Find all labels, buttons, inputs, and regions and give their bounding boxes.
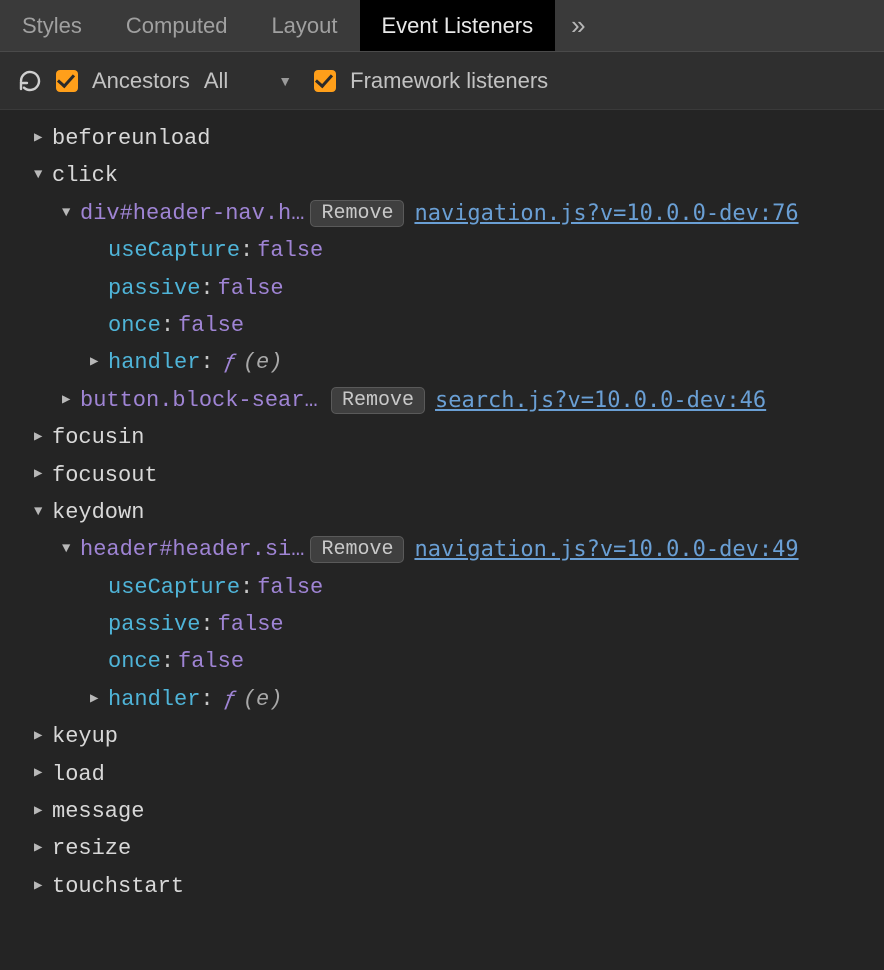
listener-prop-value: false (257, 232, 323, 269)
listener-prop-key: useCapture (108, 569, 240, 606)
event-type: message (52, 793, 144, 830)
event-listeners-tree: beforeunloadclickdiv#header-nav.h…Remove… (0, 110, 884, 915)
function-args: (e) (243, 681, 283, 718)
event-type: focusin (52, 419, 144, 456)
listener-prop-key: passive (108, 270, 200, 307)
caret-closed-icon[interactable] (34, 426, 52, 450)
listener-prop-key: handler (108, 344, 200, 381)
caret-open-icon[interactable] (34, 164, 52, 188)
remove-button[interactable]: Remove (331, 387, 425, 414)
function-icon: ƒ (224, 681, 237, 718)
event-listeners-toolbar: Ancestors All ▼ Framework listeners (0, 52, 884, 110)
function-args: (e) (243, 344, 283, 381)
listener-prop-value: false (218, 270, 284, 307)
framework-listeners-checkbox[interactable] (314, 70, 336, 92)
listener-prop-value: false (257, 569, 323, 606)
caret-closed-icon[interactable] (90, 688, 108, 712)
event-filter-value: All (204, 68, 228, 94)
caret-closed-icon[interactable] (34, 463, 52, 487)
listener-prop-key: once (108, 307, 161, 344)
ancestors-label: Ancestors (92, 68, 190, 94)
caret-closed-icon[interactable] (34, 875, 52, 899)
ancestors-checkbox[interactable] (56, 70, 78, 92)
caret-closed-icon[interactable] (34, 725, 52, 749)
listener-prop-value: false (178, 643, 244, 680)
framework-listeners-label: Framework listeners (350, 68, 548, 94)
listener-prop-key: once (108, 643, 161, 680)
remove-button[interactable]: Remove (310, 200, 404, 227)
tab-styles[interactable]: Styles (0, 0, 104, 51)
event-type: keyup (52, 718, 118, 755)
event-type: focusout (52, 457, 158, 494)
event-filter-dropdown[interactable]: All ▼ (204, 68, 300, 94)
listener-prop-key: useCapture (108, 232, 240, 269)
caret-open-icon[interactable] (62, 538, 80, 562)
caret-closed-icon[interactable] (34, 762, 52, 786)
tabs-overflow-icon[interactable]: » (555, 0, 601, 51)
event-type: beforeunload (52, 120, 210, 157)
source-link[interactable]: navigation.js?v=10.0.0-dev:49 (414, 531, 798, 568)
chevron-down-icon: ▼ (278, 73, 292, 89)
listener-prop-value: false (178, 307, 244, 344)
event-type: load (52, 756, 105, 793)
source-link[interactable]: search.js?v=10.0.0-dev:46 (435, 382, 766, 419)
event-type: keydown (52, 494, 144, 531)
function-icon: ƒ (224, 344, 237, 381)
caret-closed-icon[interactable] (34, 800, 52, 824)
event-type: click (52, 157, 118, 194)
caret-open-icon[interactable] (62, 202, 80, 226)
listener-prop-key: passive (108, 606, 200, 643)
caret-closed-icon[interactable] (34, 837, 52, 861)
caret-closed-icon[interactable] (90, 351, 108, 375)
remove-button[interactable]: Remove (310, 536, 404, 563)
tab-event-listeners[interactable]: Event Listeners (360, 0, 556, 51)
tab-layout[interactable]: Layout (249, 0, 359, 51)
caret-closed-icon[interactable] (34, 127, 52, 151)
refresh-icon[interactable] (18, 69, 42, 93)
listener-selector: button.block-search-… (80, 382, 325, 419)
listener-selector: div#header-nav.h… (80, 195, 304, 232)
tab-computed[interactable]: Computed (104, 0, 250, 51)
listener-selector: header#header.si… (80, 531, 304, 568)
devtools-tabbar: StylesComputedLayoutEvent Listeners» (0, 0, 884, 52)
listener-prop-value: false (218, 606, 284, 643)
caret-open-icon[interactable] (34, 501, 52, 525)
event-type: touchstart (52, 868, 184, 905)
listener-prop-key: handler (108, 681, 200, 718)
event-type: resize (52, 830, 131, 867)
caret-closed-icon[interactable] (62, 389, 80, 413)
source-link[interactable]: navigation.js?v=10.0.0-dev:76 (414, 195, 798, 232)
